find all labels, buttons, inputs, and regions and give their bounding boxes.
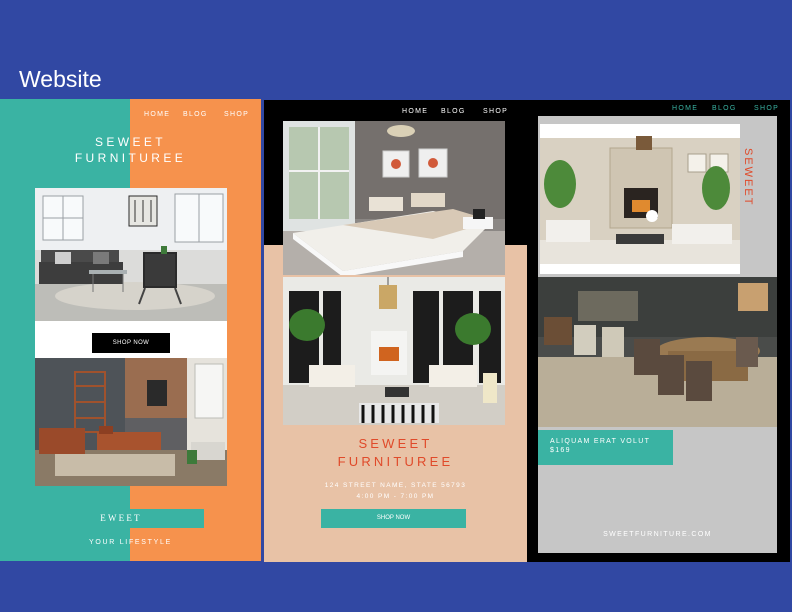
nav-home-link[interactable]: HOME — [144, 111, 170, 118]
tagline: YOUR LIFESTYLE — [89, 539, 172, 546]
bedroom-photo — [283, 121, 505, 275]
bottom-band — [0, 563, 792, 612]
vertical-brand: SEWEET — [741, 148, 755, 206]
nav-blog-link[interactable]: BLOG — [183, 111, 208, 118]
promo-price: $169 — [550, 447, 571, 454]
nav-home-link[interactable]: HOME — [672, 105, 698, 112]
nav-shop-link[interactable]: SHOP — [754, 105, 779, 112]
promo-title: ALIQUAM ERAT VOLUT — [550, 438, 651, 445]
brand-name-line-2: FURNITUREE — [74, 151, 187, 165]
dining-room-photo — [538, 277, 777, 427]
website-url[interactable]: SWEETFURNITURE.COM — [538, 531, 777, 538]
mockup-panel-1: HOME BLOG SHOP SEWEET FURNITUREE SHOP NO… — [0, 99, 261, 561]
mockup-panel-2: HOME BLOG SHOP SEWEET FURNITUREE 124 STR… — [264, 100, 527, 562]
address-line: 124 STREET NAME, STATE 56793 — [324, 482, 467, 489]
living-room-photo — [35, 188, 227, 321]
shop-now-button[interactable]: SHOP NOW — [92, 333, 170, 353]
page-title: Website — [19, 66, 102, 92]
vertical-brand-text: SEWEET — [742, 148, 754, 207]
nav-home-link[interactable]: HOME — [402, 108, 428, 115]
brand-name-line-1: SEWEET — [358, 436, 433, 451]
promo-box[interactable]: ALIQUAM ERAT VOLUT $169 — [538, 430, 673, 465]
brand-name-line-2: FURNITUREE — [337, 454, 454, 469]
loft-photo — [35, 358, 227, 486]
brand-name-line-1: SEWEET — [94, 135, 167, 149]
nav-shop-link[interactable]: SHOP — [224, 111, 249, 118]
mockup-panel-3: HOME BLOG SHOP SEWEET ALIQUAM ERAT VOLUT… — [527, 100, 790, 562]
nav-blog-link[interactable]: BLOG — [712, 105, 737, 112]
nav-shop-link[interactable]: SHOP — [483, 108, 508, 115]
shop-now-button[interactable]: SHOP NOW — [321, 509, 466, 528]
fireplace-room-photo — [540, 124, 740, 274]
nav-blog-link[interactable]: BLOG — [441, 108, 466, 115]
brand-box: EWEET — [38, 509, 204, 528]
lounge-photo — [283, 277, 505, 425]
hours-line: 4:00 PM - 7:00 PM — [356, 493, 435, 500]
